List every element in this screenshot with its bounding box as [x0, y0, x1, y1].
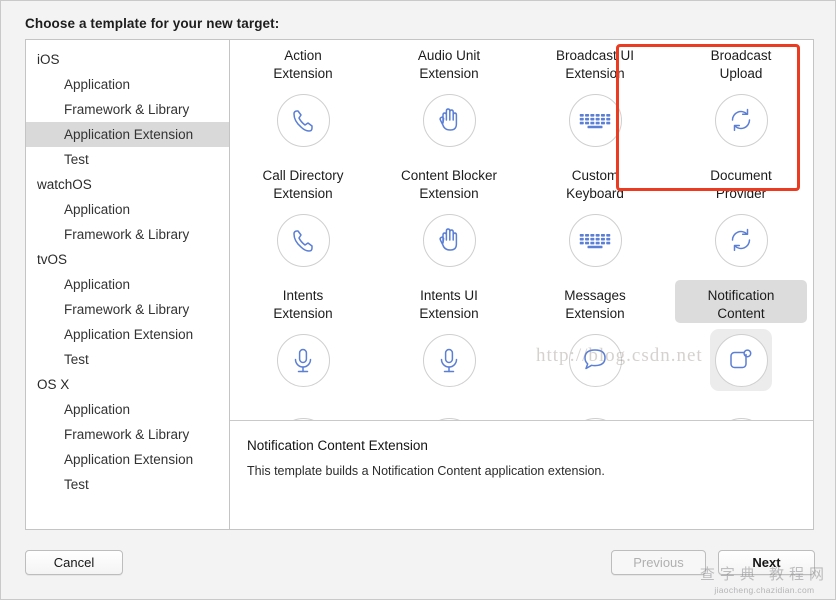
template-icon-wrap [272, 329, 334, 391]
description-title: Notification Content Extension [247, 438, 428, 453]
template-item-document-provider[interactable]: Document Provider [668, 160, 813, 280]
hand-icon [422, 213, 476, 267]
sidebar-item-application-extension[interactable]: Application Extension [26, 322, 229, 347]
template-item-content-blocker-extension[interactable]: Content Blocker Extension [376, 160, 522, 280]
template-label [675, 400, 807, 407]
template-icon-wrap [418, 89, 480, 151]
template-label: Custom Keyboard [566, 168, 624, 201]
template-label: Content Blocker Extension [400, 168, 498, 201]
sidebar-item-os-x[interactable]: OS X [26, 372, 229, 397]
sidebar-item-framework-library[interactable]: Framework & Library [26, 222, 229, 247]
template-icon-wrap [418, 413, 480, 420]
phone-icon [276, 213, 330, 267]
previous-button[interactable]: Previous [611, 550, 706, 575]
sidebar-item-framework-library[interactable]: Framework & Library [26, 422, 229, 447]
template-label: Notification Content [675, 280, 807, 323]
sidebar-item-application[interactable]: Application [26, 197, 229, 222]
sidebar-item-tvos[interactable]: tvOS [26, 247, 229, 272]
template-item-broadcast-upload[interactable]: Broadcast Upload [668, 40, 813, 160]
sidebar-item-framework-library[interactable]: Framework & Library [26, 97, 229, 122]
template-icon-wrap [564, 209, 626, 271]
template-icon-wrap [710, 209, 772, 271]
broadcast-upload-icon [714, 93, 768, 147]
platform-sidebar[interactable]: iOS Application Framework & Library Applica… [26, 40, 230, 529]
sidebar-item-watchos[interactable]: watchOS [26, 172, 229, 197]
sidebar-item-test[interactable]: Test [26, 347, 229, 372]
template-item-intents-ui-extension[interactable]: Intents UI Extension [376, 280, 522, 400]
template-item-row4-13[interactable] [376, 400, 522, 420]
template-icon-wrap [710, 329, 772, 391]
cancel-button[interactable]: Cancel [25, 550, 123, 575]
refresh-icon [714, 213, 768, 267]
template-label [383, 400, 515, 407]
template-icon-wrap [418, 329, 480, 391]
template-grid-area: Action Extension Audio Unit Extension Broa… [230, 40, 813, 421]
watermark-site-url: jiaocheng.chazidian.com [714, 585, 815, 595]
template-icon-wrap [272, 413, 334, 420]
template-icon-wrap [272, 89, 334, 151]
template-label [529, 400, 661, 407]
template-item-messages-extension[interactable]: Messages Extension [522, 280, 668, 400]
sidebar-item-test[interactable]: Test [26, 472, 229, 497]
template-description: Notification Content Extension This temp… [230, 421, 813, 478]
audio-unit-icon [422, 93, 476, 147]
template-label: Document Provider [710, 168, 772, 201]
next-button[interactable]: Next [718, 550, 815, 575]
template-icon-wrap [710, 89, 772, 151]
sidebar-item-application-extension[interactable]: Application Extension [26, 447, 229, 472]
sidebar-item-application-extension[interactable]: Application Extension [26, 122, 229, 147]
template-item-row4-15[interactable] [668, 400, 813, 420]
template-icon-wrap [418, 209, 480, 271]
sidebar-item-test[interactable]: Test [26, 147, 229, 172]
template-item-audio-unit-extension[interactable]: Audio Unit Extension [376, 40, 522, 160]
sidebar-item-application[interactable]: Application [26, 397, 229, 422]
broadcast-ui-icon [568, 93, 622, 147]
template-label: Broadcast Upload [710, 48, 772, 81]
template-panel: Action Extension Audio Unit Extension Broa… [230, 40, 813, 529]
template-icon-wrap [564, 413, 626, 420]
template-icon-wrap [272, 209, 334, 271]
microphone-icon [422, 333, 476, 387]
page-title: Choose a template for your new target: [25, 16, 280, 31]
sidebar-item-application[interactable]: Application [26, 272, 229, 297]
template-item-notification-content[interactable]: Notification Content [668, 280, 813, 400]
template-grid[interactable]: Action Extension Audio Unit Extension Broa… [230, 40, 813, 420]
template-item-broadcast-ui-extension[interactable]: Broadcast UI Extension [522, 40, 668, 160]
template-chooser-dialog: Choose a template for your new target: i… [0, 0, 836, 600]
template-item-custom-keyboard[interactable]: Custom Keyboard [522, 160, 668, 280]
template-item-intents-extension[interactable]: Intents Extension [230, 280, 376, 400]
template-label: Broadcast UI Extension [555, 48, 635, 81]
sidebar-item-framework-library[interactable]: Framework & Library [26, 297, 229, 322]
action-icon [276, 93, 330, 147]
content-frame: iOS Application Framework & Library Applica… [25, 39, 814, 530]
sidebar-item-application[interactable]: Application [26, 72, 229, 97]
template-label: Intents Extension [273, 288, 333, 321]
template-icon-wrap [564, 329, 626, 391]
template-item-row4-12[interactable] [230, 400, 376, 420]
speech-bubble-icon [568, 333, 622, 387]
template-label: Action Extension [273, 48, 333, 81]
template-label: Intents UI Extension [419, 288, 479, 321]
template-icon-wrap [564, 89, 626, 151]
template-item-action-extension[interactable]: Action Extension [230, 40, 376, 160]
keyboard-icon [568, 213, 622, 267]
microphone-icon [276, 333, 330, 387]
template-label [237, 400, 369, 407]
template-item-row4-14[interactable] [522, 400, 668, 420]
description-body: This template builds a Notification Cont… [247, 464, 605, 478]
template-icon-wrap [710, 413, 772, 420]
notification-badge-icon [714, 333, 768, 387]
template-label: Call Directory Extension [262, 168, 344, 201]
template-label: Messages Extension [564, 288, 626, 321]
template-item-call-directory-extension[interactable]: Call Directory Extension [230, 160, 376, 280]
sidebar-item-ios[interactable]: iOS [26, 47, 229, 72]
template-label: Audio Unit Extension [417, 48, 481, 81]
